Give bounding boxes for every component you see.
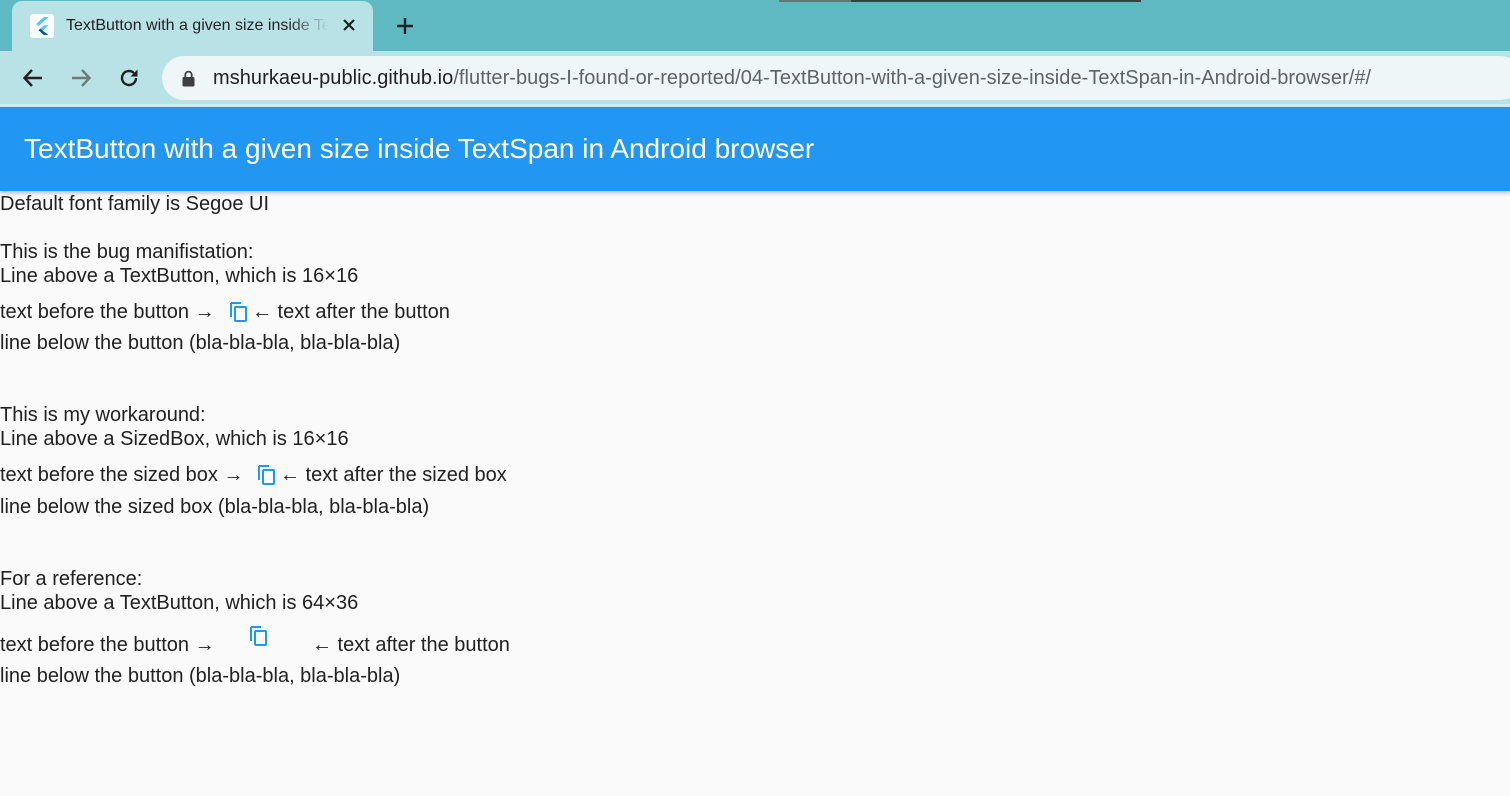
section3-text-after: ← text after the button <box>312 634 510 656</box>
flutter-logo-icon <box>30 14 54 38</box>
browser-toolbar: mshurkaeu-public.github.io/flutter-bugs-… <box>0 51 1510 106</box>
section1-line-above: Line above a TextButton, which is 16×16 <box>0 265 359 287</box>
close-icon[interactable] <box>339 15 359 35</box>
tab-title: TextButton with a given size inside Text… <box>66 17 328 34</box>
copy-button[interactable] <box>227 618 291 654</box>
copy-icon <box>249 625 269 647</box>
section3-line-below: line below the button (bla-bla-bla, bla-… <box>0 665 401 687</box>
copy-icon[interactable] <box>229 301 249 323</box>
url-path: /flutter-bugs-I-found-or-reported/04-Tex… <box>453 66 1372 89</box>
lock-icon[interactable] <box>182 69 196 87</box>
url-host: mshurkaeu-public.github.io <box>213 66 454 89</box>
copy-icon <box>257 464 277 486</box>
section2-text-after: ← text after the sized box <box>280 464 507 486</box>
section1-heading: This is the bug manifistation: <box>0 241 254 263</box>
plus-icon[interactable] <box>391 12 419 40</box>
window-accent-bar-segment <box>779 0 851 2</box>
section2-heading: This is my workaround: <box>0 404 206 426</box>
tab-strip: TextButton with a given size inside Text… <box>0 0 1510 51</box>
section2-text-before: text before the sized box → <box>0 464 244 486</box>
section1-text-before: text before the button → <box>0 301 215 323</box>
section2-line-above: Line above a SizedBox, which is 16×16 <box>0 428 349 450</box>
section3-heading: For a reference: <box>0 568 143 590</box>
section1-text-after: ← text after the button <box>252 301 450 323</box>
section2-line-below: line below the sized box (bla-bla-bla, b… <box>0 496 430 518</box>
section1-line-below: line below the button (bla-bla-bla, bla-… <box>0 332 401 354</box>
address-bar[interactable]: mshurkaeu-public.github.io/flutter-bugs-… <box>162 56 1510 100</box>
app-bar: TextButton with a given size inside Text… <box>0 107 1510 191</box>
page-title: TextButton with a given size inside Text… <box>24 133 815 164</box>
section3-line-above: Line above a TextButton, which is 64×36 <box>0 592 359 614</box>
default-font-text: Default font family is Segoe UI <box>0 193 270 215</box>
section3-text-before: text before the button → <box>0 634 215 656</box>
url-text: mshurkaeu-public.github.io/flutter-bugs-… <box>213 67 1371 90</box>
browser-tab-active[interactable]: TextButton with a given size inside Text… <box>12 1 373 51</box>
reload-icon[interactable] <box>113 62 145 94</box>
arrow-right-icon[interactable] <box>65 62 97 94</box>
arrow-left-icon[interactable] <box>17 62 49 94</box>
